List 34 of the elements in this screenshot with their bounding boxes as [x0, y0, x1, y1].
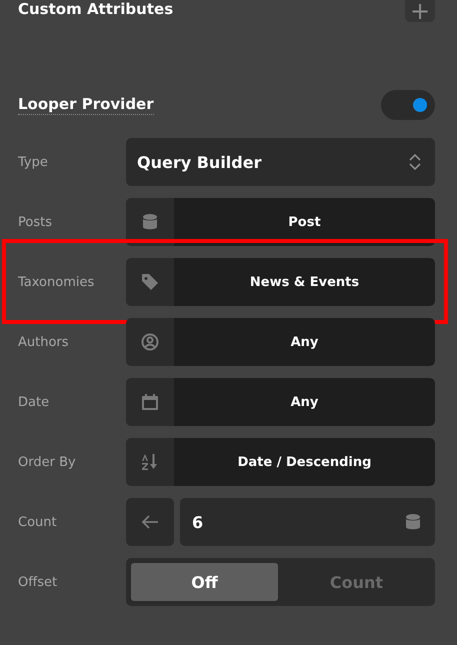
calendar-icon — [141, 393, 159, 411]
picker-value: Date / Descending — [236, 454, 372, 470]
type-select[interactable]: Query Builder — [126, 138, 435, 186]
picker-control[interactable]: News & Events — [126, 258, 435, 306]
picker-control[interactable]: Date / Descending — [126, 438, 435, 486]
picker-control[interactable]: Any — [126, 318, 435, 366]
database-icon — [405, 513, 421, 531]
toggle-switch[interactable] — [381, 90, 435, 120]
picker-control[interactable]: Post — [126, 198, 435, 246]
count-field[interactable]: 6 — [180, 498, 435, 546]
add-button[interactable]: + — [405, 0, 435, 22]
picker-value: Any — [290, 334, 320, 350]
segment-option[interactable]: Off — [131, 563, 278, 601]
field-label: Offset — [18, 574, 58, 590]
section-title: Custom Attributes — [18, 0, 174, 18]
picker-value: Any — [290, 394, 320, 410]
field-label: Date — [18, 394, 50, 410]
back-button[interactable] — [126, 498, 174, 546]
field-label: Posts — [18, 214, 53, 230]
picker-value: Post — [287, 214, 322, 230]
user-icon — [141, 333, 159, 351]
chevron-updown-icon — [409, 153, 421, 171]
field-label: Type — [18, 154, 49, 170]
picker-control[interactable]: Any — [126, 378, 435, 426]
section-title: Looper Provider — [18, 95, 154, 115]
field-label: Order By — [18, 454, 77, 470]
picker-value: News & Events — [248, 274, 360, 290]
field-label: Count — [18, 514, 58, 530]
tag-icon — [141, 273, 159, 291]
database-icon — [142, 213, 158, 231]
field-label: Authors — [18, 334, 70, 350]
sort-icon — [141, 453, 159, 471]
arrow-left-icon — [141, 515, 159, 529]
field-label: Taxonomies — [18, 274, 96, 290]
